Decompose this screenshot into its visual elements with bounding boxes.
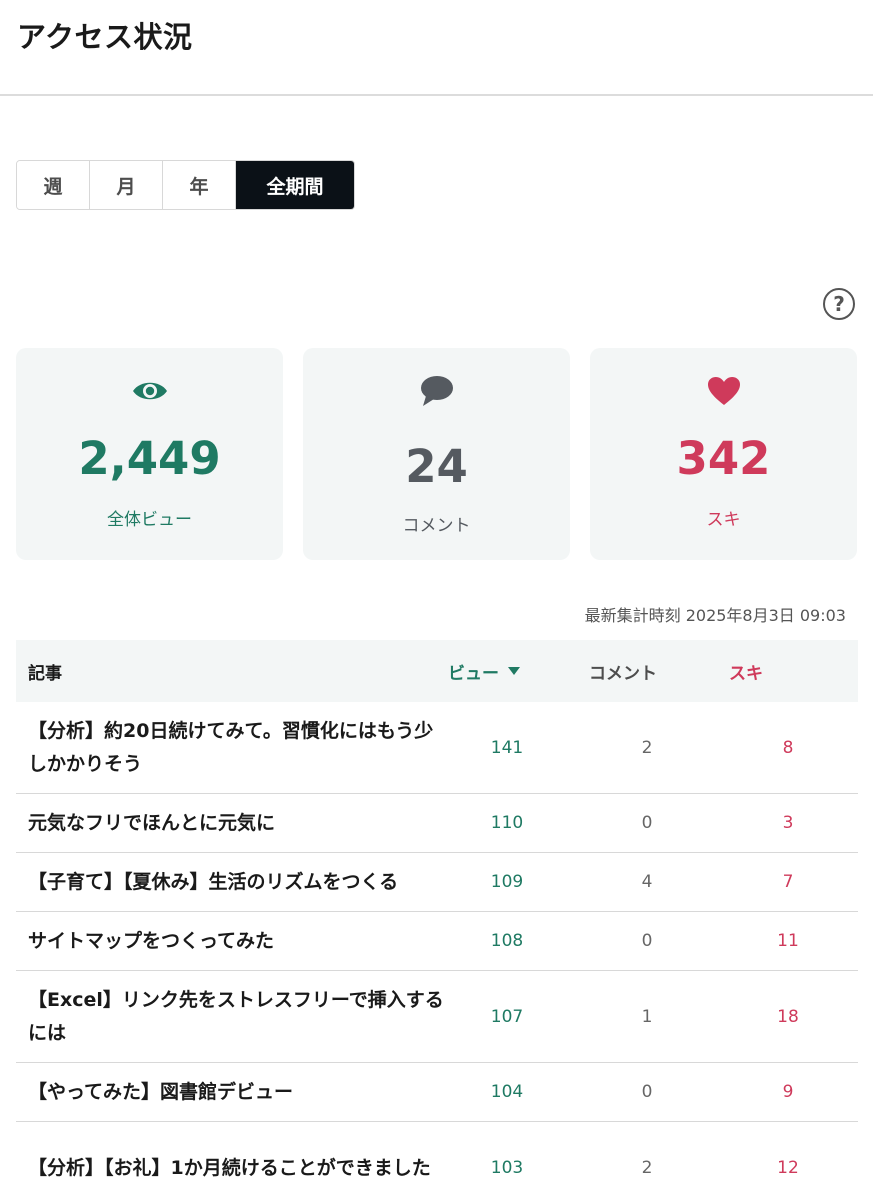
total-likes-label: スキ <box>706 510 741 530</box>
article-table-body: 【分析】約20日続けてみて。習慣化にはもう少しかかりそう 141 2 8 元気な… <box>16 702 858 1194</box>
tab-week[interactable]: 週 <box>17 161 90 209</box>
article-views: 104 <box>490 1082 524 1102</box>
article-likes: 8 <box>782 737 794 758</box>
article-views: 109 <box>490 872 524 892</box>
article-comments: 0 <box>641 813 653 833</box>
article-views: 107 <box>490 1006 524 1027</box>
question-circle-icon[interactable]: ? <box>823 288 855 320</box>
sort-desc-icon <box>508 667 520 675</box>
total-comments-value: 24 <box>405 440 468 493</box>
article-likes: 12 <box>777 1158 799 1178</box>
total-views-value: 2,449 <box>78 432 221 485</box>
table-header: 記事 ビュー コメント スキ <box>16 640 858 702</box>
comments-stat-card: 24 コメント <box>303 348 570 560</box>
column-header-views-label: ビュー <box>448 663 499 684</box>
total-likes-value: 342 <box>676 432 771 485</box>
last-updated-timestamp: 最新集計時刻 2025年8月3日 09:03 <box>584 606 846 625</box>
tab-year[interactable]: 年 <box>163 161 236 209</box>
column-header-comments[interactable]: コメント <box>589 640 657 702</box>
article-title[interactable]: 【Excel】リンク先をストレスフリーで挿入するには <box>28 971 448 1062</box>
article-title[interactable]: 【分析】【お礼】1か月続けることができました <box>28 1122 448 1194</box>
article-views: 103 <box>490 1158 524 1178</box>
total-comments-label: コメント <box>402 516 471 536</box>
article-likes: 3 <box>782 813 794 833</box>
tab-all-time[interactable]: 全期間 <box>236 161 354 209</box>
tab-month[interactable]: 月 <box>90 161 163 209</box>
table-row[interactable]: 【子育て】【夏休み】生活のリズムをつくる 109 4 7 <box>16 853 858 912</box>
article-title[interactable]: サイトマップをつくってみた <box>28 912 448 970</box>
speech-bubble-icon <box>303 374 570 408</box>
article-comments: 4 <box>641 872 653 892</box>
table-row[interactable]: 【分析】【お礼】1か月続けることができました 103 2 12 <box>16 1122 858 1194</box>
article-comments: 1 <box>641 1006 653 1027</box>
total-views-label: 全体ビュー <box>107 510 192 530</box>
article-likes: 18 <box>777 1006 799 1027</box>
table-row[interactable]: 【Excel】リンク先をストレスフリーで挿入するには 107 1 18 <box>16 971 858 1063</box>
article-comments: 0 <box>641 1082 653 1102</box>
article-title[interactable]: 元気なフリでほんとに元気に <box>28 794 448 852</box>
article-title[interactable]: 【子育て】【夏休み】生活のリズムをつくる <box>28 853 448 911</box>
views-stat-card: 2,449 全体ビュー <box>16 348 283 560</box>
column-header-likes[interactable]: スキ <box>729 640 763 702</box>
article-likes: 11 <box>777 931 799 951</box>
column-header-views[interactable]: ビュー <box>448 640 520 702</box>
page-title: アクセス状況 <box>17 20 193 54</box>
eye-icon <box>16 374 283 408</box>
article-views: 141 <box>490 737 524 758</box>
article-title[interactable]: 【分析】約20日続けてみて。習慣化にはもう少しかかりそう <box>28 702 448 793</box>
article-likes: 9 <box>782 1082 794 1102</box>
table-row[interactable]: サイトマップをつくってみた 108 0 11 <box>16 912 858 971</box>
article-comments: 2 <box>641 1158 653 1178</box>
table-row[interactable]: 【やってみた】図書館デビュー 104 0 9 <box>16 1063 858 1122</box>
table-row[interactable]: 【分析】約20日続けてみて。習慣化にはもう少しかかりそう 141 2 8 <box>16 702 858 794</box>
table-row[interactable]: 元気なフリでほんとに元気に 110 0 3 <box>16 794 858 853</box>
article-likes: 7 <box>782 872 794 892</box>
heart-icon <box>590 374 857 408</box>
article-title[interactable]: 【やってみた】図書館デビュー <box>28 1063 448 1121</box>
column-header-article: 記事 <box>28 663 62 684</box>
title-divider <box>0 94 873 96</box>
article-views: 108 <box>490 931 524 951</box>
article-comments: 0 <box>641 931 653 951</box>
article-views: 110 <box>490 813 524 833</box>
likes-stat-card: 342 スキ <box>590 348 857 560</box>
article-comments: 2 <box>641 737 653 758</box>
period-tabs: 週 月 年 全期間 <box>16 160 355 210</box>
